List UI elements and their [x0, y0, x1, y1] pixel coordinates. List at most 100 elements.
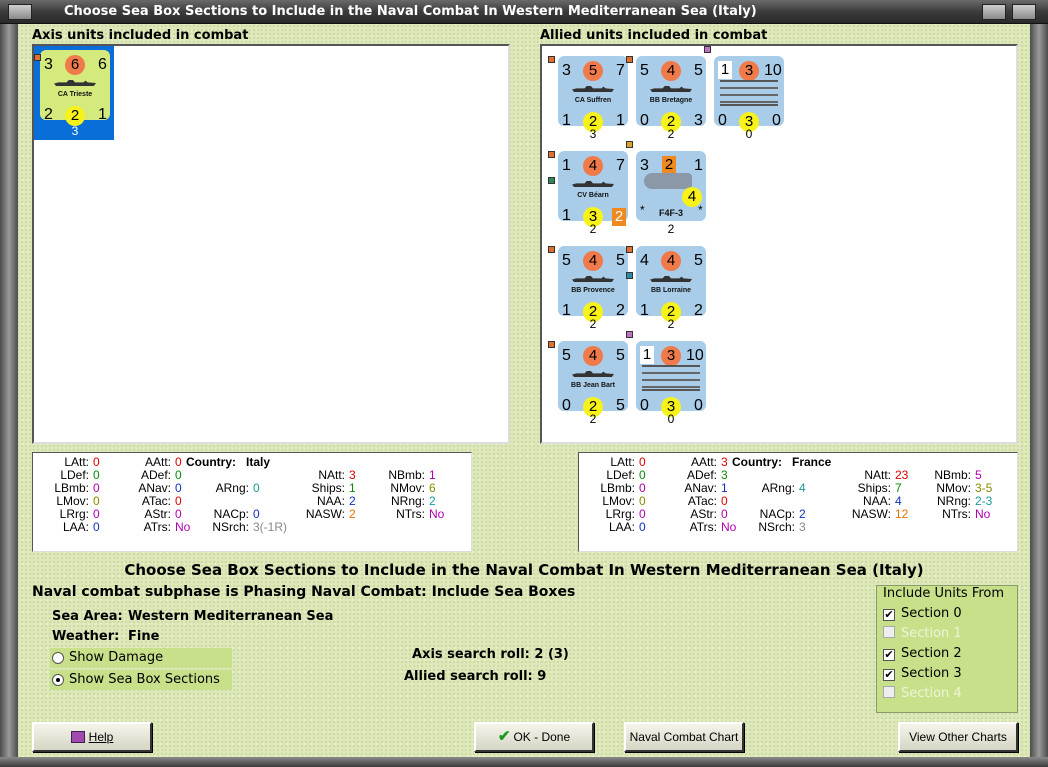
- counter-name: BB Provence: [571, 287, 615, 294]
- close-button[interactable]: [1012, 4, 1036, 20]
- counter-attack: 3: [640, 157, 649, 174]
- ok-done-button[interactable]: ✔ OK - Done: [474, 722, 594, 752]
- country-label: Country:: [732, 455, 782, 469]
- system-menu-button[interactable]: [8, 4, 32, 20]
- section-checkbox[interactable]: Section 4: [883, 686, 962, 701]
- unit-counter[interactable]: 4 4 BB Lorraine 1 2 2 5: [636, 246, 706, 322]
- section-checkbox[interactable]: Section 1: [883, 626, 962, 641]
- stat-label-nmov: NMov:: [390, 481, 425, 495]
- unit-count: 0: [667, 412, 675, 426]
- unit-marker: [704, 46, 711, 53]
- minimize-button[interactable]: [982, 4, 1006, 20]
- stat-value-laa: 0: [93, 520, 100, 534]
- stat-label-nbmb: NBmb:: [388, 468, 425, 482]
- counter-name: CA Suffren: [574, 97, 612, 104]
- allied-units-panel: 3 5 CA Suffren 1 2 1 7 3 5 4 BB Bretagne 0 2 3 5 2 1 3 0 3 0…: [540, 44, 1018, 444]
- stat-label-adef: ADef:: [140, 468, 171, 482]
- counter-move: 10: [686, 347, 704, 364]
- show-damage-radio[interactable]: Show Damage: [50, 648, 232, 668]
- stat-value-lbmb: 0: [93, 481, 100, 495]
- unit-counter[interactable]: 5 4 BB Bretagne 0 2 3 5: [636, 56, 706, 132]
- counter-move: 5: [694, 252, 703, 269]
- checkbox-icon: [883, 626, 895, 638]
- section-checkbox[interactable]: ✔ Section 0: [883, 606, 962, 621]
- unit-counter[interactable]: 5 4 BB Provence 1 2 2 5: [558, 246, 628, 322]
- unit-counter[interactable]: 1 3 0 3 0 10: [714, 56, 784, 132]
- counter-attack: 5: [562, 347, 571, 364]
- stat-value-nsrch: 3: [799, 520, 806, 534]
- stat-label-lrrg: LRrg:: [605, 507, 635, 521]
- stat-value-aatt: 0: [175, 455, 182, 469]
- radio-selected-icon: [52, 674, 64, 686]
- stat-value-nrng: 2: [429, 494, 436, 508]
- counter-flag: *: [640, 203, 645, 217]
- stat-value-nmov: 3-5: [975, 481, 993, 495]
- counter-move: 1: [694, 157, 703, 174]
- stat-label-lbmb: LBmb:: [54, 481, 89, 495]
- stat-label-nrng: NRng:: [936, 494, 971, 508]
- unit-count: 2: [667, 222, 675, 236]
- naval-combat-chart-button[interactable]: Naval Combat Chart: [624, 722, 744, 752]
- section-checkbox[interactable]: ✔ Section 3: [883, 666, 962, 681]
- stat-label-aatt: AAtt:: [144, 455, 171, 469]
- stat-value-ships: 1: [349, 481, 356, 495]
- counter-name: BB Bretagne: [649, 97, 693, 104]
- unit-counter-ca-trieste[interactable]: 3 6 6 CA Trieste 2 2 1: [40, 50, 110, 126]
- unit-marker: [34, 54, 41, 61]
- unit-counter[interactable]: 1 4 CV Béarn 1 3 2 7: [558, 151, 628, 227]
- counter-move: 7: [616, 157, 625, 174]
- stat-value-latt: 0: [93, 455, 100, 469]
- checkbox-icon: [883, 686, 895, 698]
- unit-marker: [548, 151, 555, 158]
- radio-circle-icon: [52, 652, 64, 664]
- country-label: Country:: [186, 455, 236, 469]
- unit-count: 2: [667, 127, 675, 141]
- checkmark-icon: ✔: [497, 728, 511, 745]
- counter-move: 5: [694, 62, 703, 79]
- ship-silhouette-icon: [650, 276, 692, 282]
- sea-area-value: Western Mediterranean Sea: [128, 609, 334, 624]
- stat-label-naa: NAA:: [862, 494, 891, 508]
- view-other-charts-button[interactable]: View Other Charts: [898, 722, 1018, 752]
- convoy-icon: [720, 80, 778, 106]
- counter-defense: 4: [661, 251, 681, 271]
- stat-label-nrng: NRng:: [390, 494, 425, 508]
- stat-label-laa: LAA:: [62, 520, 89, 534]
- book-icon: [70, 731, 85, 743]
- unit-marker: [548, 177, 555, 184]
- counter-aa: 2: [44, 106, 53, 123]
- right-frame: [1030, 24, 1048, 767]
- unit-counter[interactable]: 1 3 0 3 0 10: [636, 341, 706, 417]
- counter-defense: 5: [583, 61, 603, 81]
- stat-value-natt: 3: [349, 468, 356, 482]
- stat-label-nmov: NMov:: [936, 481, 971, 495]
- unit-counter[interactable]: 5 4 BB Jean Bart 0 2 5 5: [558, 341, 628, 417]
- show-sections-radio[interactable]: Show Sea Box Sections: [50, 670, 232, 690]
- unit-counter[interactable]: 3 2 4 F4F-3 * * 1: [636, 151, 706, 221]
- allied-search-roll: Allied search roll: 9: [404, 669, 547, 684]
- help-button[interactable]: Help: [32, 722, 152, 752]
- counter-defense: 3: [739, 61, 759, 81]
- include-units-title: Include Units From: [883, 586, 1005, 601]
- section-label: Section 1: [901, 626, 962, 641]
- bottom-frame: [0, 757, 1048, 767]
- stat-value-lmov: 0: [93, 494, 100, 508]
- weather-value: Fine: [128, 629, 160, 644]
- unit-counter[interactable]: 3 5 CA Suffren 1 2 1 7: [558, 56, 628, 132]
- stat-value-naa: 2: [349, 494, 356, 508]
- unit-marker: [626, 246, 633, 253]
- counter-attack: 3: [562, 62, 571, 79]
- stat-label-nacp: NACp:: [213, 507, 249, 521]
- stat-value-atac: 0: [175, 494, 182, 508]
- stat-label-arng: ARng:: [761, 481, 795, 495]
- stat-value-adef: 0: [175, 468, 182, 482]
- country-value: France: [792, 455, 832, 469]
- stat-label-latt: LAtt:: [64, 455, 89, 469]
- unit-count: 0: [745, 127, 753, 141]
- axis-units-panel: 3 6 6 CA Trieste 2 2 1 3: [32, 44, 510, 444]
- counter-attack: 4: [640, 252, 649, 269]
- counter-attack: 3: [44, 56, 53, 73]
- section-checkbox[interactable]: ✔ Section 2: [883, 646, 962, 661]
- axis-search-roll: Axis search roll: 2 (3): [412, 647, 569, 662]
- stat-value-atrs: No: [721, 520, 737, 534]
